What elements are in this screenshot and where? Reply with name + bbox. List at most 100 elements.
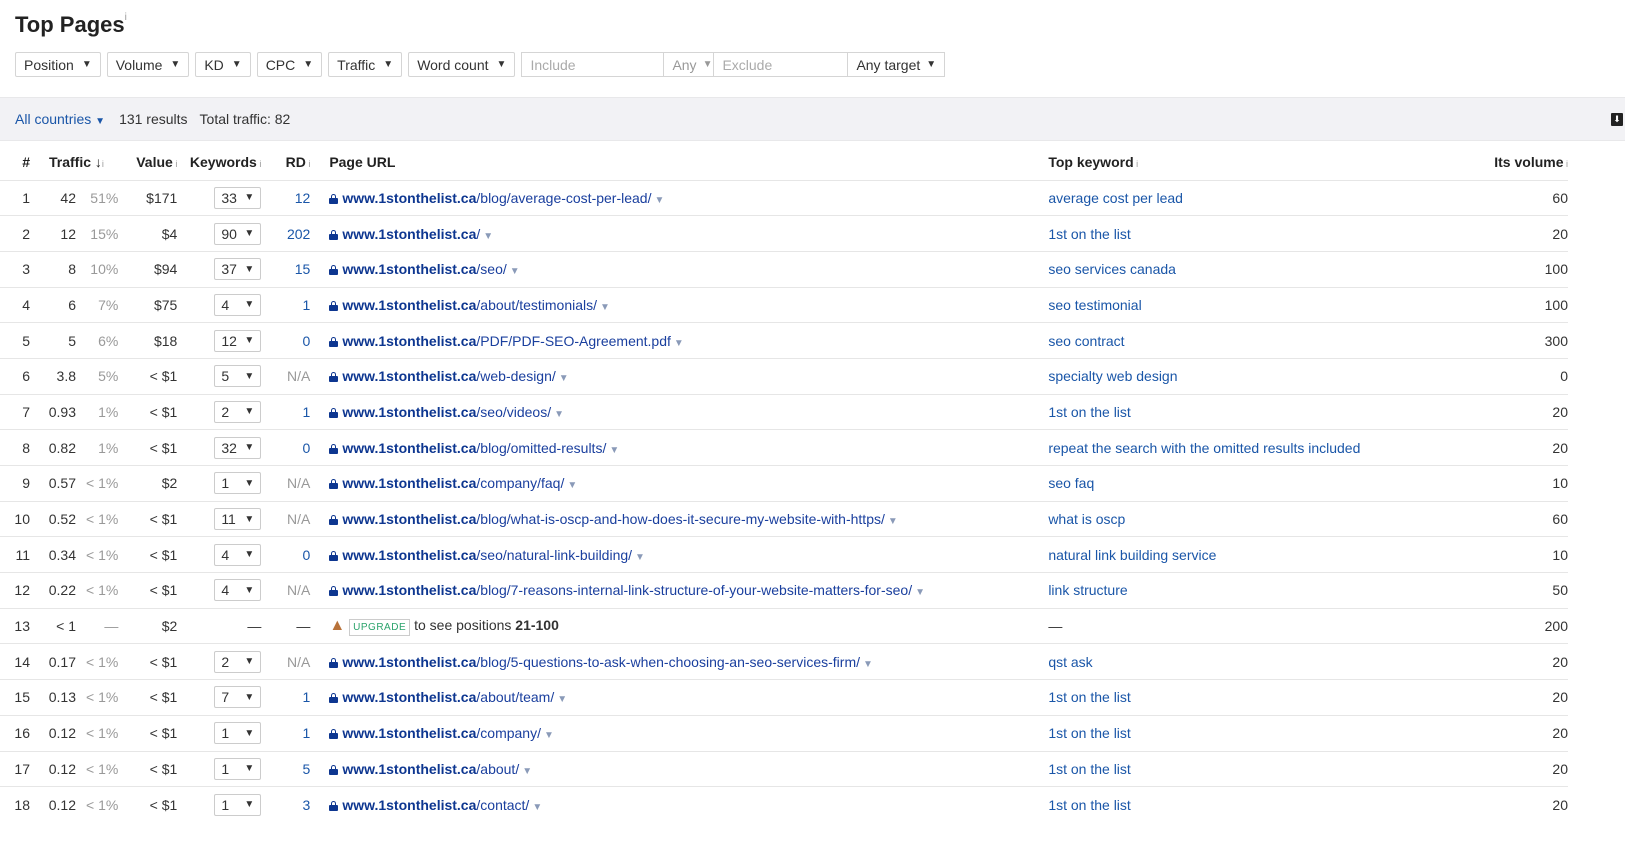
- url-menu-caret-icon[interactable]: ▼: [863, 659, 873, 670]
- page-url-link[interactable]: www.1stonthelist.ca/about/team/: [342, 689, 554, 705]
- top-keyword-link[interactable]: specialty web design: [1048, 357, 1469, 395]
- col-traffic[interactable]: Traffic ↓i: [30, 144, 118, 180]
- page-url-link[interactable]: www.1stonthelist.ca/blog/5-questions-to-…: [342, 654, 860, 670]
- filter-traffic[interactable]: Traffic ▼: [328, 52, 403, 77]
- row-number: 13: [0, 607, 30, 644]
- keywords-dropdown[interactable]: 1 ▼: [214, 793, 262, 816]
- top-keyword-link[interactable]: 1st on the list: [1048, 215, 1469, 252]
- url-menu-caret-icon[interactable]: ▼: [554, 409, 564, 420]
- keywords-dropdown[interactable]: 2 ▼: [214, 650, 262, 673]
- url-menu-caret-icon[interactable]: ▼: [544, 730, 554, 741]
- page-url-link[interactable]: www.1stonthelist.ca/blog/average-cost-pe…: [342, 190, 651, 206]
- top-keyword-link[interactable]: seo faq: [1048, 465, 1469, 502]
- page-url-link[interactable]: www.1stonthelist.ca/PDF/PDF-SEO-Agreemen…: [342, 333, 671, 349]
- page-url-link[interactable]: www.1stonthelist.ca/about/: [342, 761, 519, 777]
- include-mode-select[interactable]: Any ▼: [664, 53, 715, 76]
- url-menu-caret-icon[interactable]: ▼: [674, 338, 684, 349]
- rd-cell[interactable]: 15: [261, 250, 311, 288]
- top-keyword-link[interactable]: repeat the search with the omitted resul…: [1048, 429, 1469, 466]
- url-menu-caret-icon[interactable]: ▼: [609, 445, 619, 456]
- url-menu-caret-icon[interactable]: ▼: [915, 587, 925, 598]
- page-url-link[interactable]: www.1stonthelist.ca/seo/natural-link-bui…: [342, 547, 632, 563]
- keywords-dropdown[interactable]: 4 ▼: [214, 543, 262, 566]
- url-menu-caret-icon[interactable]: ▼: [559, 373, 569, 384]
- url-menu-caret-icon[interactable]: ▼: [567, 480, 577, 491]
- page-url-link[interactable]: www.1stonthelist.ca/company/: [342, 725, 541, 741]
- rd-cell[interactable]: 12: [261, 179, 311, 216]
- top-keyword-link[interactable]: 1st on the list: [1048, 786, 1469, 823]
- keywords-dropdown[interactable]: 4 ▼: [214, 293, 262, 316]
- rd-cell[interactable]: 0: [261, 322, 311, 359]
- url-menu-caret-icon[interactable]: ▼: [510, 266, 520, 277]
- top-keyword-link[interactable]: 1st on the list: [1048, 393, 1469, 430]
- top-keyword-link[interactable]: average cost per lead: [1048, 179, 1469, 216]
- rd-cell[interactable]: 1: [261, 393, 311, 430]
- keywords-dropdown[interactable]: 32 ▼: [214, 436, 262, 459]
- keywords-dropdown[interactable]: 90 ▼: [214, 222, 262, 245]
- keywords-dropdown[interactable]: 37 ▼: [214, 258, 262, 281]
- keywords-dropdown[interactable]: 1 ▼: [214, 472, 262, 495]
- page-url-link[interactable]: www.1stonthelist.ca/contact/: [342, 797, 529, 813]
- top-keyword-link[interactable]: 1st on the list: [1048, 679, 1469, 716]
- url-menu-caret-icon[interactable]: ▼: [532, 802, 542, 813]
- export-icon[interactable]: ⬇: [1611, 113, 1623, 126]
- page-url-link[interactable]: www.1stonthelist.ca/web-design/: [342, 368, 555, 384]
- url-menu-caret-icon[interactable]: ▼: [557, 694, 567, 705]
- rd-cell[interactable]: 1: [261, 286, 311, 323]
- keywords-dropdown[interactable]: 5 ▼: [214, 365, 262, 388]
- url-menu-caret-icon[interactable]: ▼: [600, 302, 610, 313]
- page-url-link[interactable]: www.1stonthelist.ca/blog/what-is-oscp-an…: [342, 511, 885, 527]
- page-url-link[interactable]: www.1stonthelist.ca/company/faq/: [342, 475, 564, 491]
- top-keyword-link[interactable]: 1st on the list: [1048, 750, 1469, 787]
- col-volume[interactable]: Its volume i: [1469, 144, 1568, 180]
- url-menu-caret-icon[interactable]: ▼: [888, 516, 898, 527]
- page-url-link[interactable]: www.1stonthelist.ca/: [342, 226, 480, 242]
- top-keyword-link[interactable]: seo contract: [1048, 322, 1469, 359]
- top-keyword-link[interactable]: seo testimonial: [1048, 286, 1469, 323]
- rd-cell[interactable]: 0: [261, 536, 311, 573]
- top-keyword-link[interactable]: what is oscp: [1048, 500, 1469, 537]
- page-url-link[interactable]: www.1stonthelist.ca/blog/omitted-results…: [342, 440, 606, 456]
- value-cell: < $1: [118, 786, 178, 823]
- url-menu-caret-icon[interactable]: ▼: [655, 195, 665, 206]
- keywords-dropdown[interactable]: 11 ▼: [214, 508, 262, 531]
- exclude-input[interactable]: Exclude: [714, 53, 849, 76]
- include-input[interactable]: Include: [522, 53, 665, 76]
- filter-kd[interactable]: KD ▼: [195, 52, 251, 77]
- keywords-dropdown[interactable]: 12 ▼: [214, 329, 262, 352]
- filter-volume[interactable]: Volume ▼: [106, 52, 190, 77]
- keywords-dropdown[interactable]: 1 ▼: [214, 757, 262, 780]
- keywords-dropdown[interactable]: 4 ▼: [214, 579, 262, 602]
- page-url-link[interactable]: www.1stonthelist.ca/blog/7-reasons-inter…: [342, 582, 912, 598]
- country-select[interactable]: All countries ▼: [15, 111, 105, 127]
- url-menu-caret-icon[interactable]: ▼: [483, 231, 493, 242]
- page-url-link[interactable]: www.1stonthelist.ca/seo/: [342, 261, 506, 277]
- keywords-dropdown[interactable]: 2 ▼: [214, 400, 262, 423]
- page-url-link[interactable]: www.1stonthelist.ca/about/testimonials/: [342, 297, 597, 313]
- top-keyword-link[interactable]: link structure: [1048, 572, 1469, 609]
- page-url-link[interactable]: www.1stonthelist.ca/seo/videos/: [342, 404, 551, 420]
- upgrade-button[interactable]: UPGRADE: [349, 618, 411, 636]
- target-select[interactable]: Any target ▼: [848, 53, 944, 76]
- col-value[interactable]: Value i: [118, 144, 177, 180]
- col-keywords[interactable]: Keywords i: [177, 144, 261, 180]
- keywords-dropdown[interactable]: 1 ▼: [214, 722, 262, 745]
- rd-cell[interactable]: 3: [261, 786, 311, 823]
- top-keyword-link[interactable]: qst ask: [1048, 643, 1469, 680]
- url-menu-caret-icon[interactable]: ▼: [635, 552, 645, 563]
- url-menu-caret-icon[interactable]: ▼: [522, 766, 532, 777]
- keywords-dropdown[interactable]: 33 ▼: [214, 186, 262, 209]
- keywords-dropdown[interactable]: 7 ▼: [214, 686, 262, 709]
- rd-cell[interactable]: 202: [261, 215, 311, 252]
- rd-cell[interactable]: 0: [261, 429, 311, 466]
- col-rd[interactable]: RD i: [261, 144, 311, 180]
- rd-cell[interactable]: 1: [261, 714, 311, 751]
- filter-position[interactable]: Position ▼: [15, 52, 101, 77]
- filter-word-count[interactable]: Word count ▼: [408, 52, 516, 77]
- top-keyword-link[interactable]: natural link building service: [1048, 536, 1469, 573]
- top-keyword-link[interactable]: seo services canada: [1048, 250, 1469, 288]
- rd-cell[interactable]: 5: [261, 750, 311, 787]
- top-keyword-link[interactable]: 1st on the list: [1048, 714, 1469, 751]
- rd-cell[interactable]: 1: [261, 679, 311, 716]
- filter-cpc[interactable]: CPC ▼: [256, 52, 323, 77]
